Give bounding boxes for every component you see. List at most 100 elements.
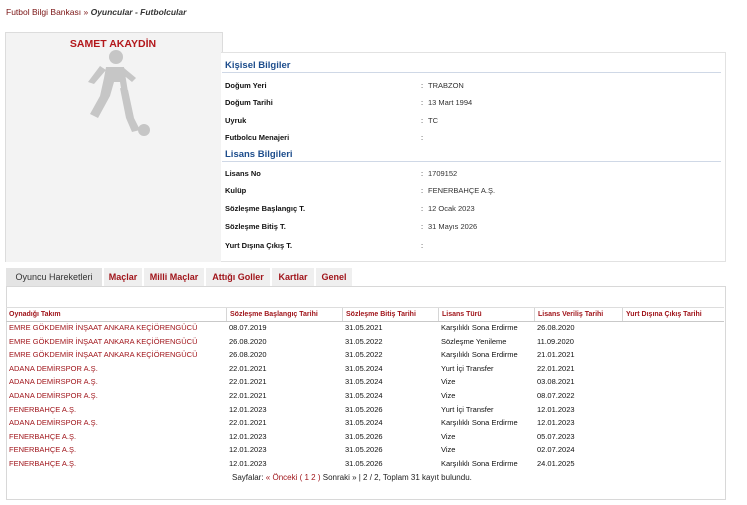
license-info-title: Lisans Bilgileri: [225, 149, 293, 160]
player-silhouette-icon: [88, 50, 150, 136]
breadcrumb-root-link[interactable]: Futbol Bilgi Bankası: [6, 7, 81, 17]
contract-end-value: 31 Mayıs 2026: [428, 222, 478, 231]
cell-contract-end: 31.05.2024: [345, 377, 383, 387]
contract-start-label: Sözleşme Başlangıç T.: [225, 204, 306, 213]
cell-team[interactable]: ADANA DEMİRSPOR A.Ş.: [6, 416, 226, 430]
column-header-contract-start: Sözleşme Başlangıç Tarihi: [226, 308, 342, 321]
table-row: ADANA DEMİRSPOR A.Ş. 22.01.2021 31.05.2024…: [6, 416, 724, 430]
cell-contract-start: 12.01.2023: [229, 431, 267, 441]
pagination-summary: | 2 / 2, Toplam 31 kayıt bulundu.: [356, 473, 472, 482]
table-row: FENERBAHÇE A.Ş. 12.01.2023 31.05.2026 Yurt …: [6, 403, 724, 417]
pagination: Sayfalar: « Önceki ( 1 2 ) Sonraki » | 2…: [232, 473, 472, 482]
cell-abroad-exit: [622, 321, 724, 335]
breadcrumb-current: Oyuncular - Futbolcular: [90, 7, 187, 17]
cell-license-type: Karşılıklı Sona Erdirme: [441, 459, 518, 468]
table-row: EMRE GÖKDEMİR İNŞAAT ANKARA KEÇİÖRENGÜCÜ…: [6, 335, 724, 349]
table-header: Oynadığı Takım Sözleşme Başlangıç Tarihi…: [6, 307, 724, 322]
cell-abroad-exit: [622, 403, 724, 417]
cell-contract-end: 31.05.2022: [345, 336, 383, 346]
colon: :: [421, 116, 424, 125]
cell-license-type: Karşılıklı Sona Erdirme: [441, 418, 518, 428]
cell-team[interactable]: EMRE GÖKDEMİR İNŞAAT ANKARA KEÇİÖRENGÜCÜ: [6, 348, 226, 362]
cell-team[interactable]: FENERBAHÇE A.Ş.: [6, 430, 226, 444]
cell-team[interactable]: FENERBAHÇE A.Ş.: [6, 403, 226, 417]
table-row: ADANA DEMİRSPOR A.Ş. 22.01.2021 31.05.2024…: [6, 375, 724, 389]
manager-label: Futbolcu Menajeri: [225, 133, 290, 142]
contract-start-value: 12 Ocak 2023: [428, 204, 475, 213]
cell-contract-end: 31.05.2024: [345, 363, 383, 373]
cell-contract-start: 12.01.2023: [229, 445, 267, 455]
tab-national-matches[interactable]: Milli Maçlar: [144, 268, 204, 286]
cell-license-date: 22.01.2021: [537, 363, 575, 373]
license-no-label: Lisans No: [225, 169, 261, 178]
pagination-next[interactable]: Sonraki »: [323, 473, 357, 482]
column-header-license-type: Lisans Türü: [438, 308, 534, 321]
license-no-value: 1709152: [428, 169, 458, 178]
tab-general[interactable]: Genel: [316, 268, 352, 286]
tab-matches[interactable]: Maçlar: [104, 268, 142, 286]
cell-contract-end: 31.05.2026: [345, 431, 383, 441]
cell-license-date: 12.01.2023: [537, 418, 575, 428]
cell-contract-end: 31.05.2026: [345, 404, 383, 414]
cell-team[interactable]: ADANA DEMİRSPOR A.Ş.: [6, 362, 226, 376]
cell-abroad-exit: [622, 375, 724, 389]
tab-cards[interactable]: Kartlar: [272, 268, 314, 286]
cell-abroad-exit: [622, 348, 724, 362]
section-divider: [222, 161, 721, 162]
table-row: ADANA DEMİRSPOR A.Ş. 22.01.2021 31.05.2024…: [6, 362, 724, 376]
breadcrumb-separator: »: [81, 7, 91, 17]
cell-license-type: Vize: [441, 445, 456, 455]
colon: :: [421, 133, 424, 142]
column-header-license-date: Lisans Veriliş Tarihi: [534, 308, 622, 321]
cell-contract-end: 31.05.2026: [345, 459, 383, 468]
cell-license-type: Vize: [441, 377, 456, 387]
cell-license-date: 05.07.2023: [537, 431, 575, 441]
pagination-prefix: Sayfalar:: [232, 473, 266, 482]
cell-abroad-exit: [622, 389, 724, 403]
nationality-value: TC: [428, 116, 438, 125]
pagination-page-1[interactable]: 1: [304, 473, 308, 482]
cell-team[interactable]: ADANA DEMİRSPOR A.Ş.: [6, 389, 226, 403]
abroad-exit-label: Yurt Dışına Çıkış T.: [225, 241, 293, 250]
cell-contract-end: 31.05.2022: [345, 350, 383, 360]
cell-license-date: 11.09.2020: [537, 336, 574, 346]
cell-license-type: Yurt İçi Transfer: [441, 363, 494, 373]
cell-license-type: Yurt İçi Transfer: [441, 404, 494, 414]
cell-contract-end: 31.05.2021: [345, 323, 383, 332]
cell-team[interactable]: FENERBAHÇE A.Ş.: [6, 457, 226, 471]
colon: :: [421, 241, 424, 250]
colon: :: [421, 204, 424, 213]
birthdate-label: Doğum Tarihi: [225, 98, 273, 107]
cell-team[interactable]: ADANA DEMİRSPOR A.Ş.: [6, 375, 226, 389]
cell-team[interactable]: EMRE GÖKDEMİR İNŞAAT ANKARA KEÇİÖRENGÜCÜ: [6, 335, 226, 349]
cell-license-date: 03.08.2021: [537, 377, 575, 387]
cell-license-date: 02.07.2024: [537, 445, 575, 455]
cell-team[interactable]: EMRE GÖKDEMİR İNŞAAT ANKARA KEÇİÖRENGÜCÜ: [6, 321, 226, 335]
table-row: EMRE GÖKDEMİR İNŞAAT ANKARA KEÇİÖRENGÜCÜ…: [6, 321, 724, 335]
contract-end-label: Sözleşme Bitiş T.: [225, 222, 286, 231]
tab-player-movements[interactable]: Oyuncu Hareketleri: [6, 268, 102, 286]
colon: :: [421, 169, 424, 178]
cell-abroad-exit: [622, 457, 724, 471]
table-row: ADANA DEMİRSPOR A.Ş. 22.01.2021 31.05.2024…: [6, 389, 724, 403]
pagination-prev-link[interactable]: « Önceki: [266, 473, 298, 482]
cell-contract-start: 08.07.2019: [229, 323, 267, 332]
pagination-close: ): [315, 473, 323, 482]
birthplace-value: TRABZON: [428, 81, 464, 90]
colon: :: [421, 186, 424, 195]
column-header-contract-end: Sözleşme Bitiş Tarihi: [342, 308, 438, 321]
cell-abroad-exit: [622, 430, 724, 444]
table-row: FENERBAHÇE A.Ş. 12.01.2023 31.05.2026 Karşı…: [6, 457, 724, 471]
table-row: FENERBAHÇE A.Ş. 12.01.2023 31.05.2026 Vize 0…: [6, 430, 724, 444]
birthdate-value: 13 Mart 1994: [428, 98, 473, 107]
cell-license-date: 24.01.2025: [537, 459, 575, 468]
cell-contract-end: 31.05.2026: [345, 445, 383, 455]
colon: :: [421, 98, 424, 107]
cell-license-type: Vize: [441, 431, 456, 441]
club-value: FENERBAHÇE A.Ş.: [428, 186, 496, 195]
cell-team[interactable]: FENERBAHÇE A.Ş.: [6, 443, 226, 457]
cell-license-type: Karşılıklı Sona Erdirme: [441, 323, 518, 332]
cell-contract-end: 31.05.2024: [345, 391, 383, 400]
tab-goals[interactable]: Attığı Goller: [206, 268, 270, 286]
cell-contract-start: 12.01.2023: [229, 459, 267, 468]
